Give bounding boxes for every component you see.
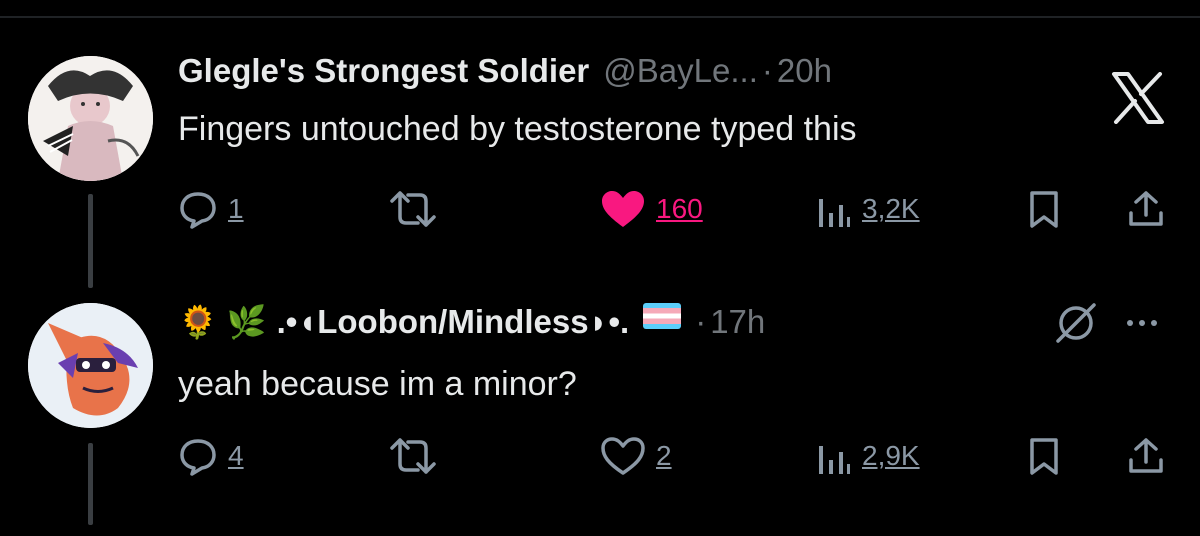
name-emoji-prefix: 🌻 🌿	[178, 304, 267, 340]
tweet-header: 🌻 🌿 .•◖Loobon/Mindless◗•. · 17h	[178, 303, 765, 341]
share-button[interactable]	[1126, 184, 1166, 234]
separator-dot: ·	[695, 303, 707, 340]
trans-flag-icon	[643, 303, 682, 329]
speech-bubble-icon	[180, 439, 216, 476]
author-name[interactable]: .•◖Loobon/Mindless◗•.	[277, 303, 630, 341]
retweet-button[interactable]	[388, 184, 438, 234]
views-button[interactable]: 3,2K	[816, 184, 920, 234]
like-count: 160	[656, 193, 703, 224]
reply-button[interactable]: 1	[178, 184, 244, 234]
x-logo-icon[interactable]	[1110, 72, 1166, 124]
like-button[interactable]: 160	[600, 184, 703, 234]
retweet-icon	[390, 438, 436, 474]
heart-icon	[602, 191, 644, 227]
like-button[interactable]: 2	[600, 431, 672, 481]
view-count: 3,2K	[862, 193, 920, 224]
thread-connector-line	[88, 194, 93, 288]
tweet[interactable]: 🌻 🌿 .•◖Loobon/Mindless◗•. · 17h yeah bec…	[0, 283, 1200, 536]
retweet-button[interactable]	[388, 431, 438, 481]
avatar[interactable]	[28, 56, 153, 181]
action-bar: 4 2 2,9K	[178, 431, 1200, 481]
view-count: 2,9K	[862, 440, 920, 471]
tweet-header: Glegle's Strongest Soldier @BayLe... · 2…	[178, 52, 832, 90]
author-name[interactable]: Glegle's Strongest Soldier	[178, 52, 589, 90]
bookmark-button[interactable]	[1026, 184, 1062, 234]
tweet-text: Fingers untouched by testosterone typed …	[178, 110, 857, 148]
share-icon	[1129, 191, 1163, 226]
timestamp[interactable]: 17h	[710, 303, 765, 341]
ellipsis-icon[interactable]	[1122, 303, 1162, 343]
tweet-text: yeah because im a minor?	[178, 365, 577, 403]
retweet-icon	[390, 191, 436, 227]
reply-count: 4	[228, 440, 244, 471]
tweet[interactable]: Glegle's Strongest Soldier @BayLe... · 2…	[0, 34, 1200, 288]
bar-chart-icon	[819, 446, 850, 474]
timestamp[interactable]: 20h	[777, 52, 832, 90]
speech-bubble-icon	[180, 192, 216, 229]
avatar[interactable]	[28, 303, 153, 428]
heart-icon	[601, 437, 645, 475]
top-divider	[0, 16, 1200, 18]
action-bar: 1 160 3,2K	[178, 184, 1200, 234]
share-button[interactable]	[1126, 431, 1166, 481]
like-count: 2	[656, 440, 672, 471]
bookmark-icon	[1030, 438, 1058, 475]
bookmark-button[interactable]	[1026, 431, 1062, 481]
author-handle[interactable]: @BayLe...	[603, 52, 758, 90]
reply-button[interactable]: 4	[178, 431, 244, 481]
thread-connector-line	[88, 443, 93, 525]
slashed-circle-icon[interactable]	[1052, 299, 1100, 347]
reply-count: 1	[228, 193, 244, 224]
bar-chart-icon	[819, 199, 850, 227]
views-button[interactable]: 2,9K	[816, 431, 920, 481]
separator-dot: ·	[761, 52, 773, 89]
bookmark-icon	[1030, 191, 1058, 228]
share-icon	[1129, 438, 1163, 473]
